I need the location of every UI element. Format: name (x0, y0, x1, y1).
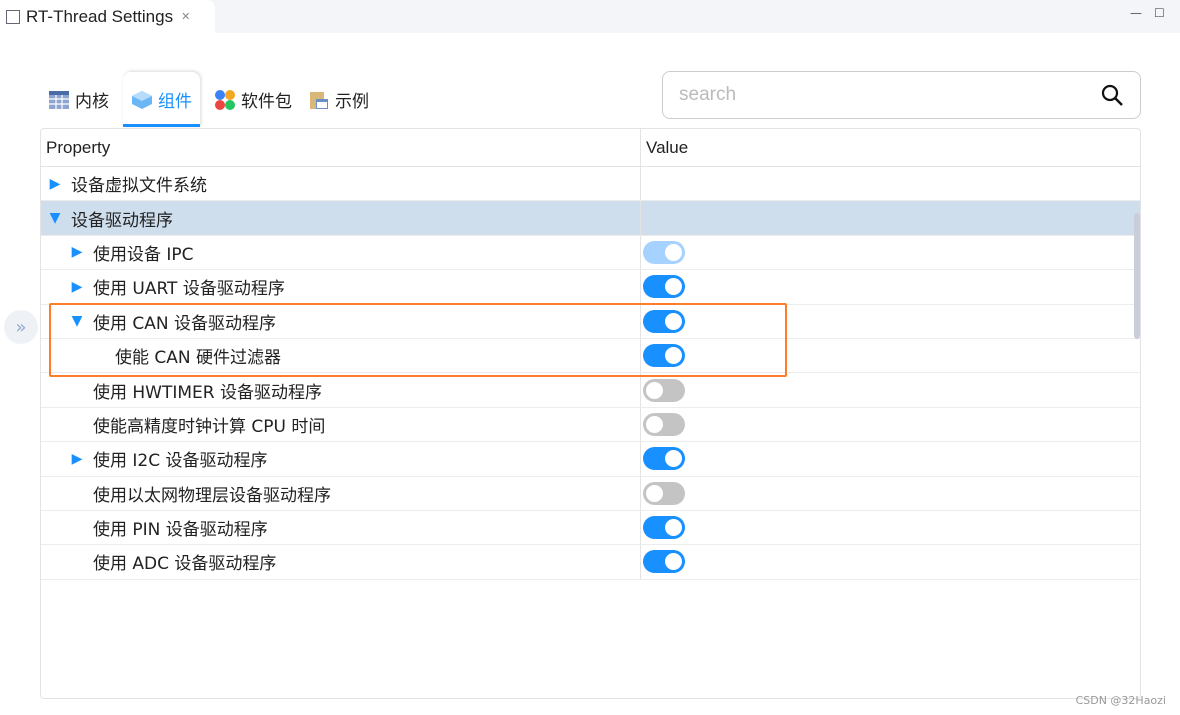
search-icon[interactable] (1100, 83, 1124, 107)
property-label: 使用 UART 设备驱动程序 (93, 279, 285, 300)
column-header-property[interactable]: Property (41, 129, 641, 166)
editor-tab-title: RT-Thread Settings (26, 6, 174, 26)
toggle-switch[interactable] (643, 275, 685, 299)
highlight-annotation (49, 303, 787, 377)
property-table: Property Value ▶ 设备虚拟文件系统 ▼ 设备驱动程序 ▶ 使用设备 IPC… (40, 128, 1141, 699)
property-cell: 使能高精度时钟计算 CPU 时间 (41, 407, 641, 442)
table-row[interactable]: 使能高精度时钟计算 CPU 时间 (41, 407, 1140, 443)
table-row[interactable]: 使用 ADC 设备驱动程序 (41, 545, 1140, 580)
value-cell (641, 373, 685, 406)
settings-icon (6, 9, 20, 24)
value-cell (641, 477, 685, 510)
toggle-switch[interactable] (643, 481, 685, 505)
tab-components[interactable]: 组件 (123, 72, 200, 127)
property-label: 使用 I2C 设备驱动程序 (93, 451, 268, 472)
clipboard-icon (310, 91, 328, 109)
toggle-switch[interactable] (643, 447, 685, 471)
expand-arrow-icon[interactable]: ▶ (69, 279, 85, 295)
property-cell: ▶ 使用 UART 设备驱动程序 (41, 270, 641, 304)
tab-label: 示例 (335, 92, 369, 112)
table-row[interactable]: ▶ 设备虚拟文件系统 (41, 167, 1140, 202)
editor-tab-bar: RT-Thread Settings ✕ — ☐ (0, 0, 1180, 33)
cube-icon (132, 90, 152, 109)
property-cell: 使用 ADC 设备驱动程序 (41, 545, 641, 579)
value-cell (641, 270, 685, 303)
search-box (662, 71, 1141, 119)
table-icon (49, 90, 69, 109)
table-row[interactable]: ▶ 使用 UART 设备驱动程序 (41, 270, 1140, 305)
property-cell: 使用 HWTIMER 设备驱动程序 (41, 373, 641, 407)
toggle-switch[interactable] (643, 412, 685, 436)
property-label: 设备驱动程序 (71, 210, 173, 231)
value-cell (641, 511, 685, 544)
property-cell: 使用 PIN 设备驱动程序 (41, 510, 641, 545)
collapse-arrow-icon[interactable]: ▼ (47, 210, 63, 226)
table-row[interactable]: ▼ 设备驱动程序 (41, 201, 1140, 236)
table-row[interactable]: 使用以太网物理层设备驱动程序 (41, 476, 1140, 511)
property-cell: ▶ 使用 I2C 设备驱动程序 (41, 442, 641, 476)
property-label: 使能高精度时钟计算 CPU 时间 (93, 416, 326, 437)
property-cell: 使用以太网物理层设备驱动程序 (41, 476, 641, 510)
table-row[interactable]: 使用 HWTIMER 设备驱动程序 (41, 373, 1140, 408)
table-row[interactable]: ▶ 使用 I2C 设备驱动程序 (41, 442, 1140, 477)
expand-arrow-icon[interactable]: ▶ (69, 244, 85, 260)
tab-kernel[interactable]: 内核 (40, 72, 117, 127)
property-label: 使用以太网物理层设备驱动程序 (93, 485, 331, 506)
value-cell (641, 442, 685, 475)
property-cell: ▶ 使用设备 IPC (41, 235, 641, 270)
watermark: CSDN @32Haozi (1075, 694, 1166, 707)
expand-arrow-icon[interactable]: ▶ (47, 176, 63, 192)
editor-tab[interactable]: RT-Thread Settings ✕ (0, 0, 215, 33)
value-cell (641, 545, 685, 578)
vertical-scrollbar[interactable] (1134, 213, 1140, 339)
expand-arrow-icon[interactable]: ▶ (69, 451, 85, 467)
packages-icon (215, 89, 235, 110)
property-cell: ▶ 设备虚拟文件系统 (41, 167, 641, 201)
search-input[interactable] (679, 84, 1100, 106)
property-label: 使用 HWTIMER 设备驱动程序 (93, 382, 323, 403)
maximize-button[interactable]: ☐ (1154, 6, 1165, 20)
expand-sidebar-button[interactable]: » (4, 310, 38, 344)
close-tab-icon[interactable]: ✕ (181, 10, 190, 23)
table-header: Property Value (41, 129, 1140, 167)
property-label: 设备虚拟文件系统 (71, 176, 207, 197)
tab-packages[interactable]: 软件包 (206, 72, 300, 127)
tab-label: 组件 (158, 92, 192, 112)
tab-examples[interactable]: 示例 (300, 72, 377, 127)
toggle-switch[interactable] (643, 516, 685, 540)
column-header-value[interactable]: Value (641, 129, 693, 166)
property-label: 使用 PIN 设备驱动程序 (93, 520, 268, 541)
property-label: 使用 ADC 设备驱动程序 (93, 554, 277, 575)
tab-label: 软件包 (241, 92, 292, 112)
value-cell (641, 236, 685, 269)
value-cell (641, 201, 643, 234)
table-row[interactable]: 使用 PIN 设备驱动程序 (41, 510, 1140, 546)
value-cell (641, 408, 685, 441)
table-row[interactable]: ▶ 使用设备 IPC (41, 235, 1140, 271)
settings-tabs: 内核 组件 软件包 示例 (40, 72, 377, 127)
tab-label: 内核 (75, 92, 109, 112)
property-label: 使用设备 IPC (93, 244, 194, 265)
toggle-switch[interactable] (643, 550, 685, 574)
minimize-button[interactable]: — (1130, 6, 1142, 20)
value-cell (641, 167, 643, 200)
toggle-switch[interactable] (643, 378, 685, 402)
property-cell: ▼ 设备驱动程序 (41, 201, 641, 235)
toggle-switch[interactable] (643, 240, 685, 264)
